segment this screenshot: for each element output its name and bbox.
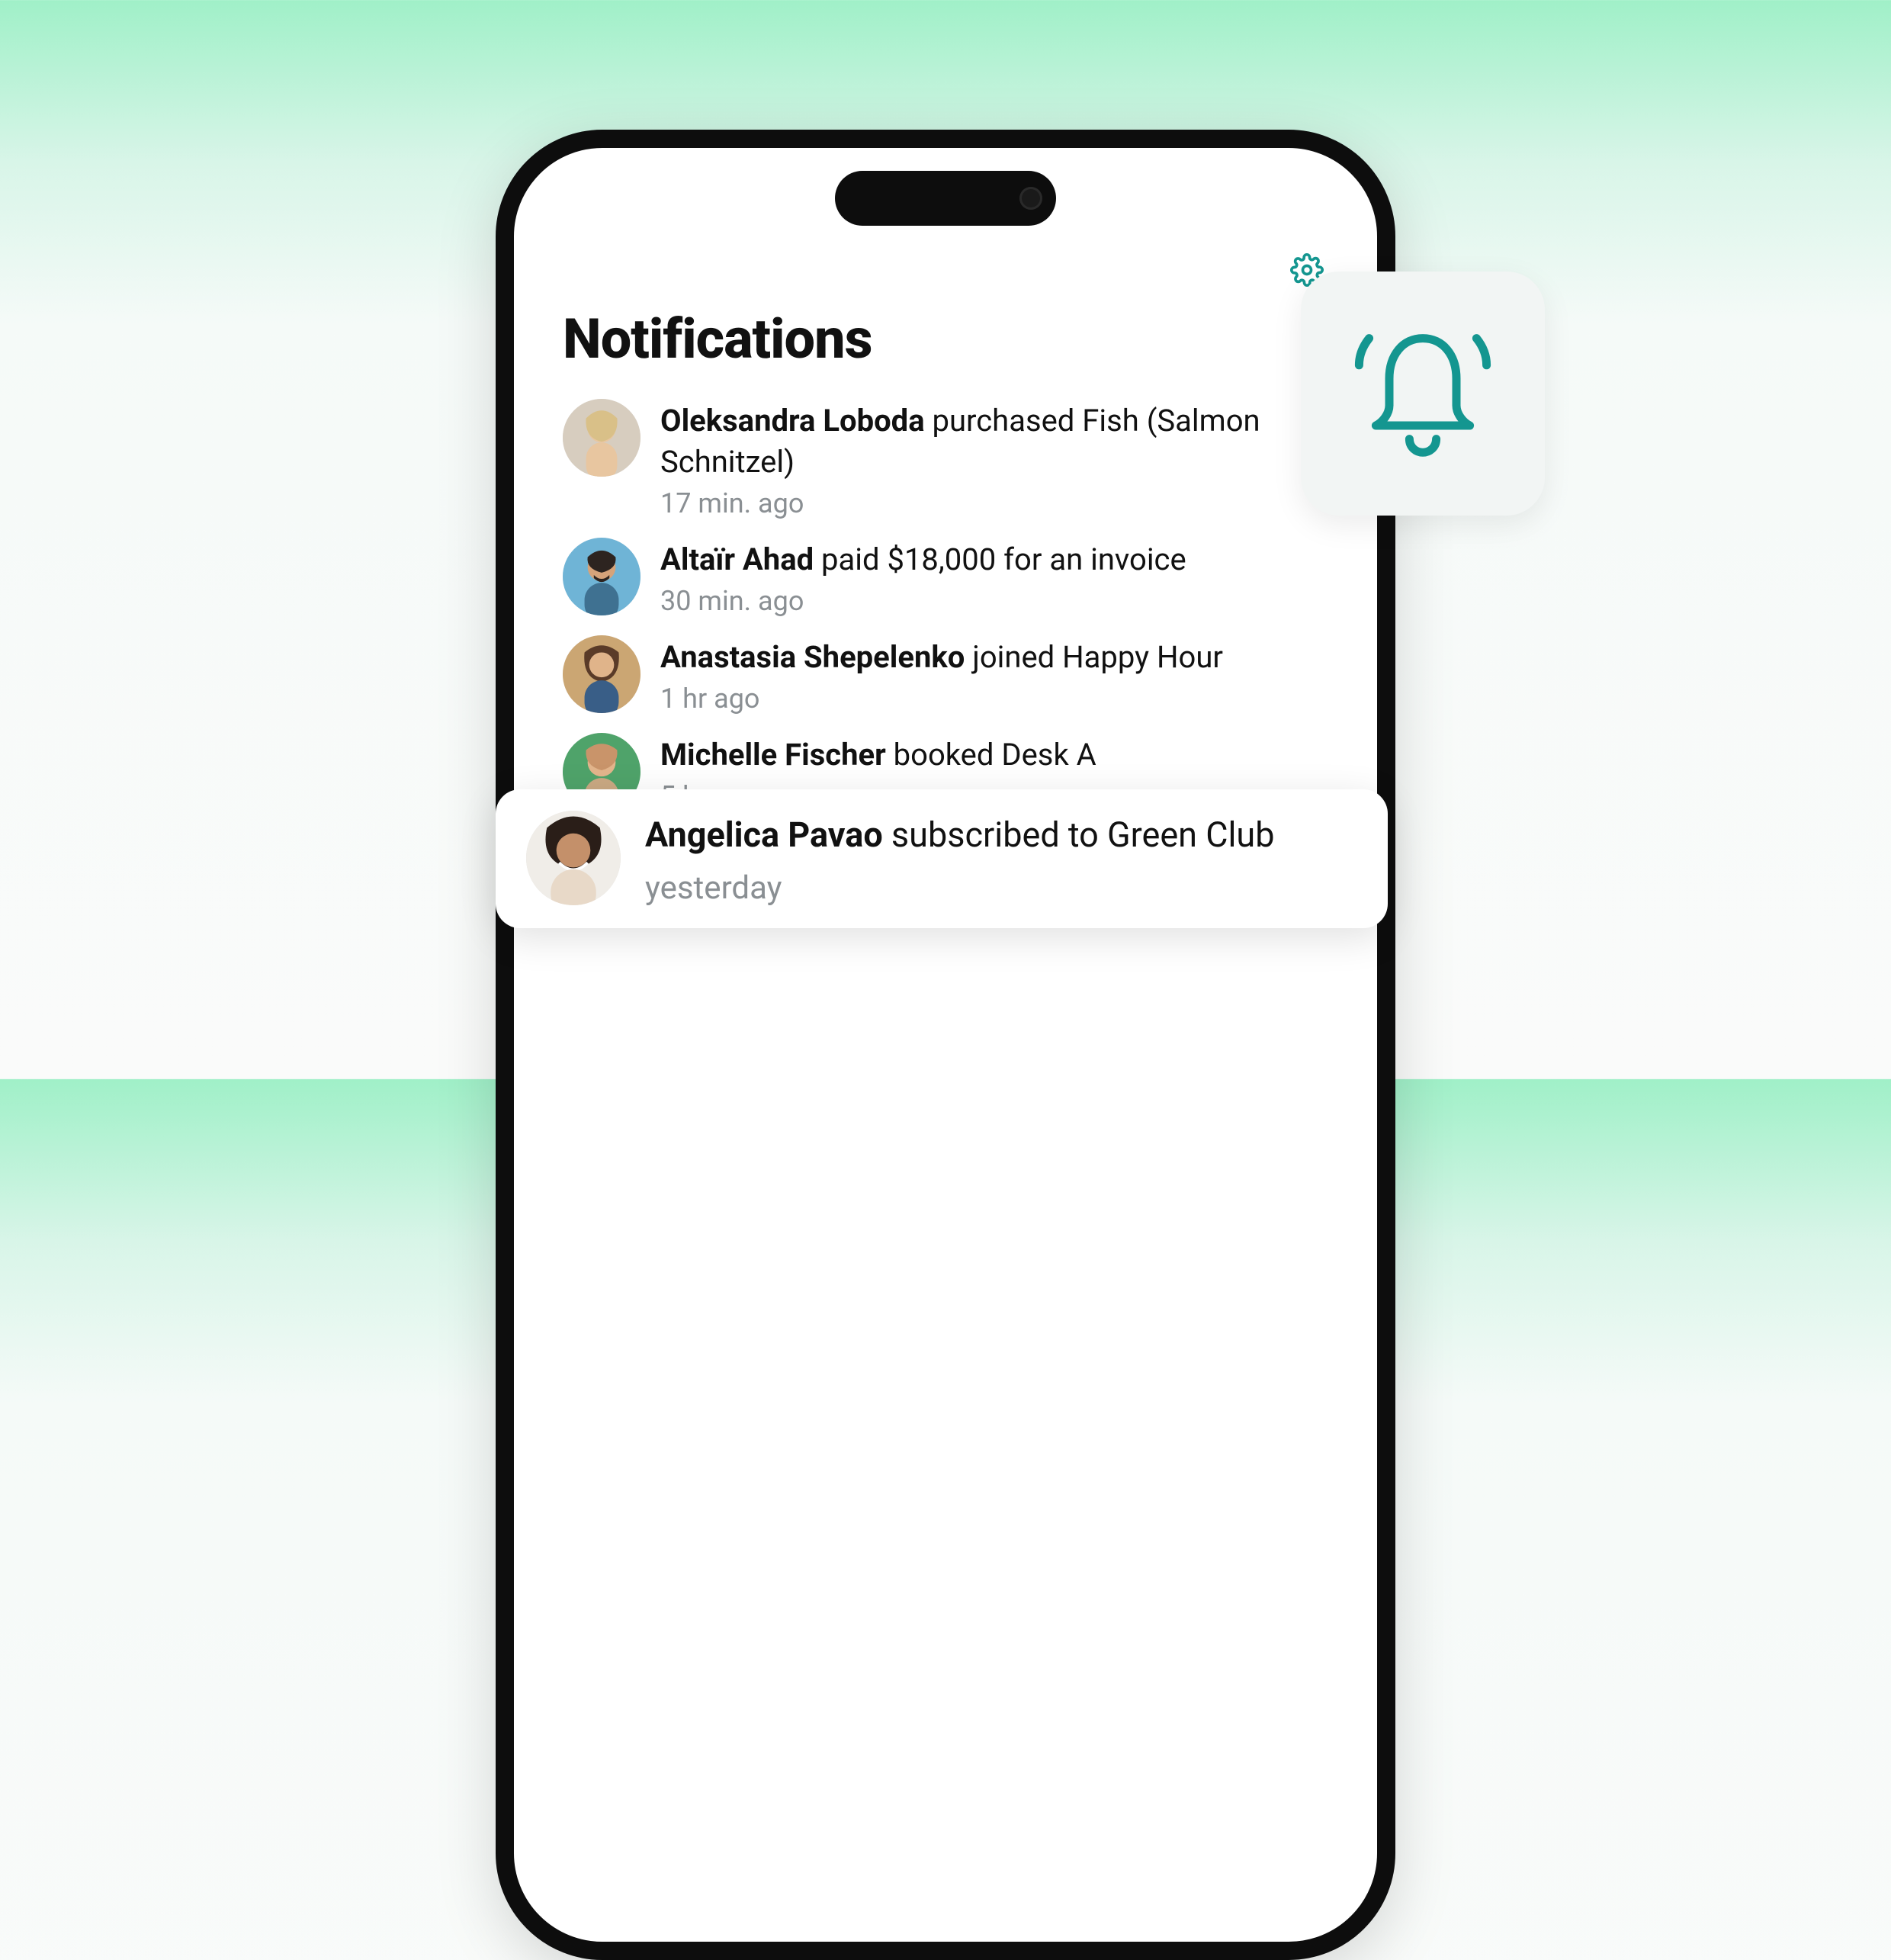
bell-icon xyxy=(1339,308,1507,479)
notification-text: Angelica Pavao subscribed to Green Club xyxy=(645,812,1275,859)
notification-actor: Michelle Fischer xyxy=(660,737,886,773)
notification-body: Angelica Pavao subscribed to Green Club … xyxy=(645,811,1275,907)
notification-action: paid $18,000 for an invoice xyxy=(821,541,1186,577)
phone-button-volume-down xyxy=(496,644,497,735)
page-title: Notifications xyxy=(563,307,1328,371)
notification-action: joined Happy Hour xyxy=(972,639,1223,675)
notification-actor: Anastasia Shepelenko xyxy=(660,639,965,675)
phone-button-power xyxy=(1394,560,1395,712)
notification-actor: Altaïr Ahad xyxy=(660,541,814,577)
header-row xyxy=(563,255,1328,288)
notification-action: subscribed to Green Club xyxy=(891,815,1275,855)
avatar xyxy=(563,538,640,615)
avatar xyxy=(526,811,621,905)
notification-item[interactable]: Anastasia Shepelenko joined Happy Hour 1… xyxy=(563,632,1328,718)
avatar xyxy=(563,635,640,713)
notification-text: Michelle Fischer booked Desk A xyxy=(660,734,1096,776)
bell-card xyxy=(1301,272,1545,516)
phone-button-volume-up xyxy=(496,525,497,616)
notification-time: 17 min. ago xyxy=(660,487,1328,519)
notification-text: Altaïr Ahad paid $18,000 for an invoice xyxy=(660,539,1186,580)
notification-body: Altaïr Ahad paid $18,000 for an invoice … xyxy=(660,538,1186,617)
notification-action: booked Desk A xyxy=(894,737,1096,773)
notification-actor: Angelica Pavao xyxy=(645,815,883,855)
notification-time: 1 hr ago xyxy=(660,683,1223,715)
notification-item[interactable]: Altaïr Ahad paid $18,000 for an invoice … xyxy=(563,535,1328,620)
notification-popover[interactable]: Angelica Pavao subscribed to Green Club … xyxy=(496,789,1388,928)
phone-frame: Notifications Oleksandra Loboda purchase… xyxy=(496,130,1395,1960)
notification-item[interactable]: Oleksandra Loboda purchased Fish (Salmon… xyxy=(563,396,1328,522)
notification-text: Oleksandra Loboda purchased Fish (Salmon… xyxy=(660,400,1328,483)
notification-body: Oleksandra Loboda purchased Fish (Salmon… xyxy=(660,399,1328,519)
notification-list: Oleksandra Loboda purchased Fish (Salmon… xyxy=(563,396,1328,815)
notification-time: 30 min. ago xyxy=(660,585,1186,617)
phone-button-silent xyxy=(496,438,497,484)
app-content: Notifications Oleksandra Loboda purchase… xyxy=(514,148,1377,815)
notification-text: Anastasia Shepelenko joined Happy Hour xyxy=(660,637,1223,678)
notification-time: yesterday xyxy=(645,869,1275,907)
avatar xyxy=(563,399,640,477)
notification-body: Anastasia Shepelenko joined Happy Hour 1… xyxy=(660,635,1223,715)
notification-actor: Oleksandra Loboda xyxy=(660,403,925,439)
